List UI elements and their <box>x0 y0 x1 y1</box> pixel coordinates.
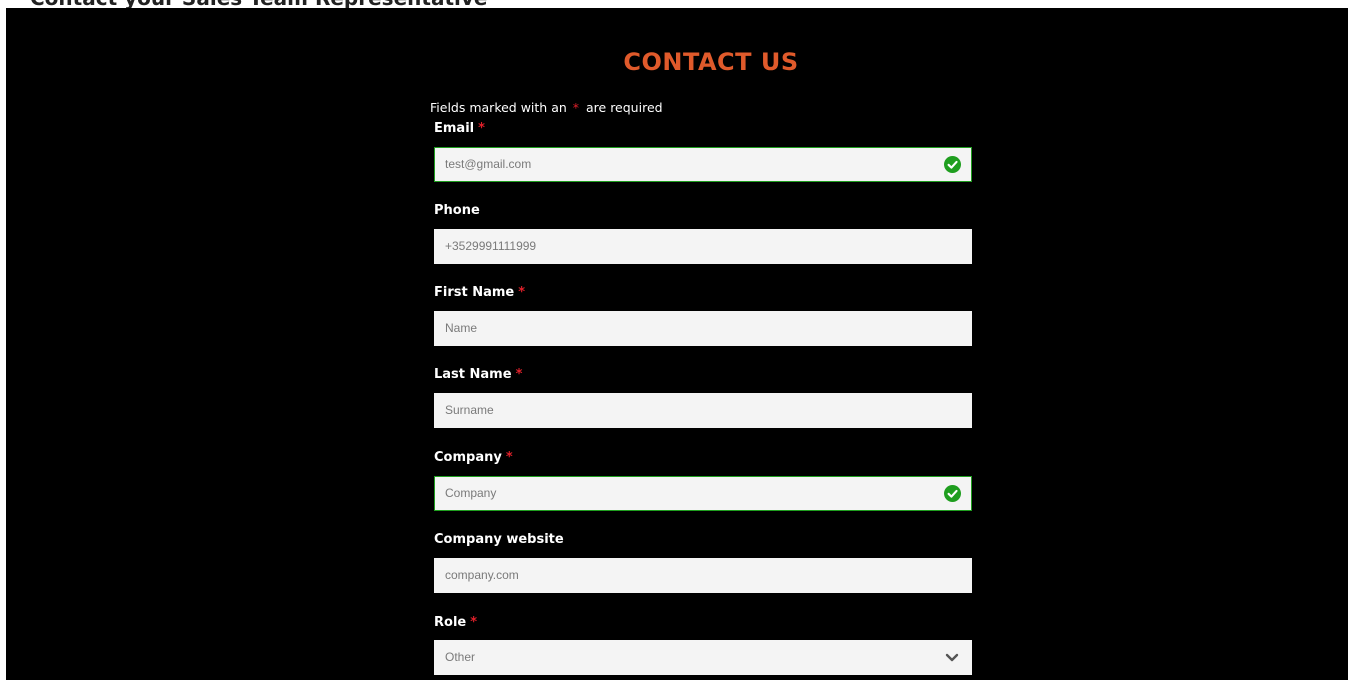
top-strip: Contact your Sales Team Representative <box>0 0 1354 8</box>
phone-field[interactable]: +3529991111999 <box>434 229 972 264</box>
company-field-value: Company <box>445 486 497 500</box>
last-name-required-mark: * <box>515 367 523 382</box>
page-title: CONTACT US <box>623 48 799 76</box>
company-field[interactable]: Company <box>434 476 972 511</box>
last-name-field[interactable]: Surname <box>434 393 972 428</box>
required-note-after: are required <box>586 100 663 115</box>
check-circle-icon <box>944 156 961 173</box>
phone-field-placeholder: +3529991111999 <box>445 239 537 253</box>
company-website-field[interactable]: company.com <box>434 558 972 593</box>
phone-label: Phone <box>434 203 480 218</box>
company-website-label-text: Company website <box>434 532 564 547</box>
company-label: Company * <box>434 450 516 465</box>
last-name-field-placeholder: Surname <box>445 403 494 417</box>
email-label-text: Email <box>434 121 475 136</box>
company-required-mark: * <box>505 450 513 465</box>
check-circle-icon <box>944 485 961 502</box>
phone-label-text: Phone <box>434 203 480 218</box>
company-label-text: Company <box>434 450 502 465</box>
required-note: Fields marked with an * are required <box>430 100 663 115</box>
first-name-label-text: First Name <box>434 285 515 300</box>
first-name-label: First Name * <box>434 285 528 300</box>
email-field-value: test@gmail.com <box>445 157 532 171</box>
chevron-down-icon <box>945 653 959 662</box>
email-required-mark: * <box>478 121 485 136</box>
company-website-label: Company website <box>434 532 564 547</box>
contact-form-panel: CONTACT US Fields marked with an * are r… <box>6 8 1348 680</box>
role-label: Role * <box>434 615 480 630</box>
email-label: Email * <box>434 121 488 136</box>
last-name-label: Last Name * <box>434 367 525 382</box>
first-name-field[interactable]: Name <box>434 311 972 346</box>
role-required-mark: * <box>470 615 478 630</box>
required-note-asterisk: * <box>572 100 580 115</box>
required-note-before: Fields marked with an <box>430 100 567 115</box>
last-name-label-text: Last Name <box>434 367 512 382</box>
role-select-value: Other <box>445 650 476 664</box>
role-label-text: Role <box>434 615 467 630</box>
first-name-field-placeholder: Name <box>445 321 478 335</box>
top-strip-text: Contact your Sales Team Representative <box>30 0 487 8</box>
company-website-field-placeholder: company.com <box>445 568 519 582</box>
email-field[interactable]: test@gmail.com <box>434 147 972 182</box>
first-name-required-mark: * <box>518 285 526 300</box>
role-select[interactable]: Other <box>434 640 972 675</box>
